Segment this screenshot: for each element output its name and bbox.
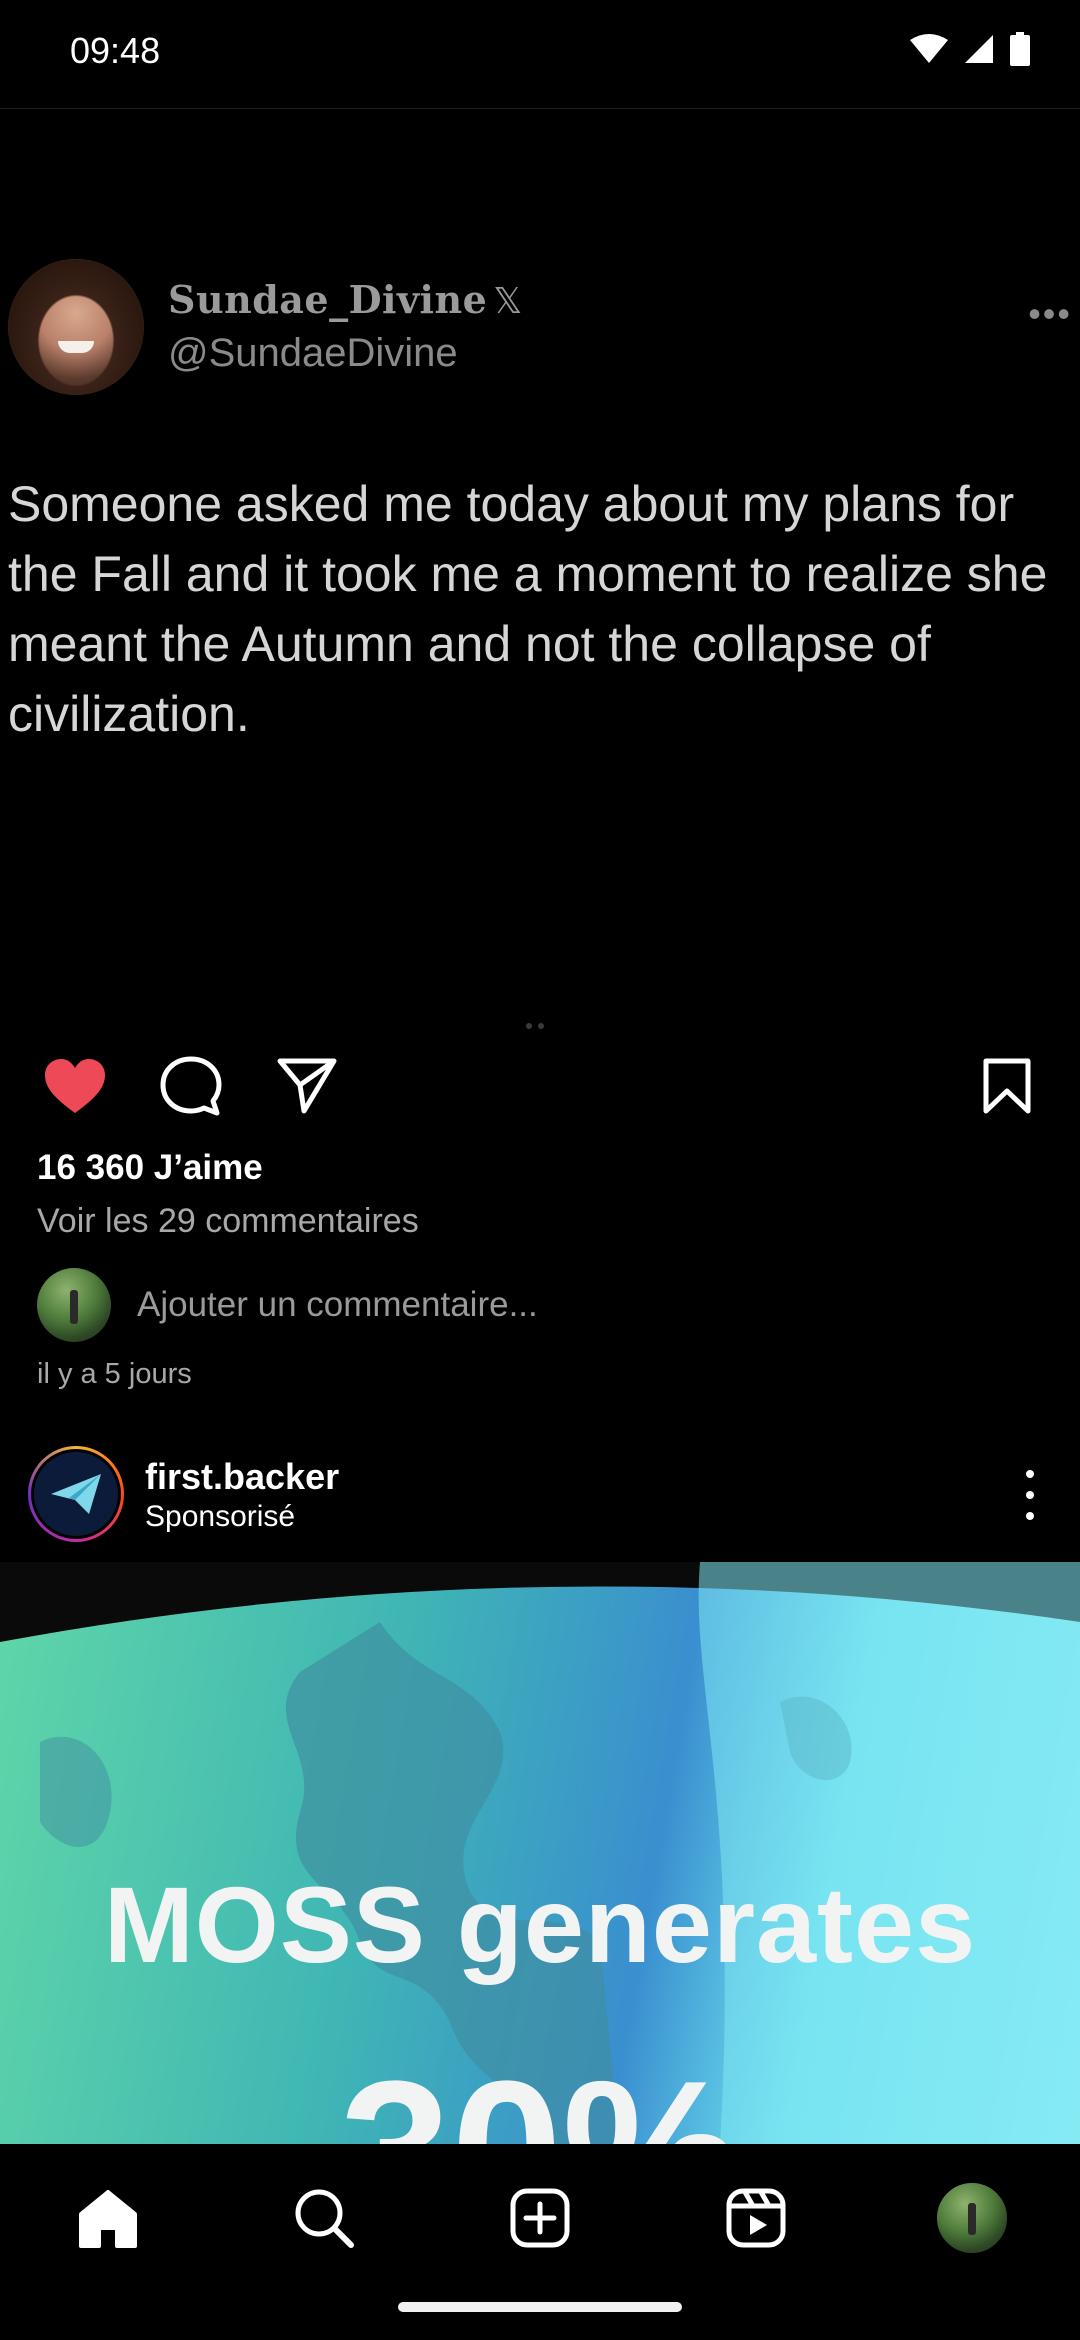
sponsor-account-name[interactable]: first.backer xyxy=(145,1456,339,1498)
comment-icon xyxy=(160,1056,222,1116)
post-action-row xyxy=(0,1040,1080,1130)
tweet-text: Someone asked me today about my plans fo… xyxy=(8,476,1048,742)
tweet-display-name: Sundae_Divine xyxy=(168,277,488,322)
search-icon xyxy=(295,2189,354,2248)
sponsored-label: Sponsorisé xyxy=(145,1500,296,1533)
home-icon xyxy=(79,2190,137,2248)
status-icons xyxy=(910,32,1030,71)
wifi-icon xyxy=(910,34,948,69)
carousel-indicator xyxy=(526,1023,544,1029)
paper-plane-icon xyxy=(51,1474,101,1514)
status-bar: 09:48 xyxy=(0,0,1080,109)
nav-create[interactable] xyxy=(502,2180,578,2256)
signal-icon xyxy=(964,34,994,69)
comment-input-placeholder[interactable]: Ajouter un commentaire... xyxy=(137,1285,538,1325)
sponsored-post-header: first.backer Sponsorisé xyxy=(0,1440,1080,1560)
bookmark-icon xyxy=(983,1058,1031,1114)
nav-search[interactable] xyxy=(286,2180,362,2256)
send-icon xyxy=(277,1058,337,1114)
ad-subheadline: 30% xyxy=(0,2052,1080,2145)
nav-profile[interactable] xyxy=(934,2180,1010,2256)
more-options-icon[interactable] xyxy=(1020,1470,1040,1520)
home-indicator[interactable] xyxy=(398,2302,682,2312)
like-button[interactable] xyxy=(40,1054,110,1118)
ad-media[interactable]: MOSS generates 30% xyxy=(0,1562,1080,2144)
view-comments-link[interactable]: Voir les 29 commentaires xyxy=(37,1202,419,1241)
tweet-author-handle: @SundaeDivine xyxy=(168,331,458,375)
ad-headline: MOSS generates xyxy=(103,1864,977,1985)
add-comment-row[interactable]: Ajouter un commentaire... xyxy=(37,1268,538,1342)
like-count[interactable]: 16 360 J’aime xyxy=(37,1148,263,1188)
current-user-avatar xyxy=(37,1268,111,1342)
post-media-tweet[interactable]: Sundae_Divine 𝕏 @SundaeDivine ••• Someone… xyxy=(0,109,1080,1029)
create-icon xyxy=(510,2188,570,2248)
heart-icon xyxy=(45,1059,105,1113)
save-button[interactable] xyxy=(972,1054,1042,1118)
reels-icon xyxy=(726,2188,786,2248)
tweet-more-icon: ••• xyxy=(1028,293,1072,334)
share-button[interactable] xyxy=(272,1054,342,1118)
battery-icon xyxy=(1010,32,1030,71)
tweet-author-avatar xyxy=(8,259,144,395)
comment-button[interactable] xyxy=(156,1054,226,1118)
post-timestamp: il y a 5 jours xyxy=(37,1358,192,1390)
tweet-author-name: Sundae_Divine 𝕏 xyxy=(168,277,523,322)
nav-home[interactable] xyxy=(70,2180,146,2256)
status-time: 09:48 xyxy=(70,30,161,71)
profile-avatar xyxy=(935,2181,1009,2255)
x-logo-icon: 𝕏 xyxy=(493,281,523,322)
sponsor-avatar[interactable] xyxy=(28,1446,124,1542)
nav-reels[interactable] xyxy=(718,2180,794,2256)
